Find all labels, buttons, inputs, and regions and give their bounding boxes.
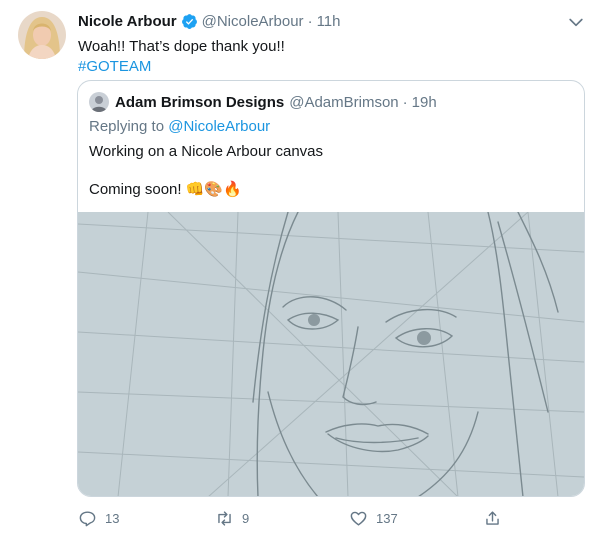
chevron-down-icon[interactable] (566, 12, 586, 32)
quoted-tweet-text: Working on a Nicole Arbour canvas Coming… (89, 142, 569, 218)
pencil-sketch-image (78, 211, 584, 496)
replying-to-mention: @NicoleArbour (168, 118, 271, 135)
quoted-author-avatar (89, 92, 109, 112)
share-icon (486, 510, 499, 525)
retweet-icon (218, 510, 231, 526)
replying-to: Replying to @NicoleArbour (89, 118, 270, 135)
quoted-text-para: Coming soon! 👊🎨🔥 (89, 180, 569, 200)
tweet-timestamp[interactable]: 11h (317, 13, 341, 30)
quoted-tweet-image[interactable] (78, 211, 584, 496)
author-handle[interactable]: @NicoleArbour (202, 13, 304, 30)
reply-icon (79, 510, 96, 526)
author-name[interactable]: Nicole Arbour (78, 13, 177, 30)
retweet-button[interactable]: 9 (215, 505, 249, 531)
quoted-text-para: Working on a Nicole Arbour canvas (89, 143, 324, 160)
emoji-group: 👊🎨🔥 (185, 181, 242, 198)
quoted-timestamp: 19h (411, 93, 437, 111)
hashtag-link[interactable]: #GOTEAM (78, 57, 285, 77)
tweet-text: Woah!! That’s dope thank you!! #GOTEAM (78, 37, 285, 77)
author-avatar[interactable] (18, 11, 66, 59)
reply-button[interactable]: 13 (78, 505, 119, 531)
share-button[interactable] (483, 505, 510, 531)
quoted-header-separator: · (402, 93, 408, 111)
tweet-actions: 13 9 137 (0, 505, 604, 531)
like-count: 137 (376, 510, 398, 526)
like-icon (350, 511, 367, 526)
tweet-header: Nicole Arbour @NicoleArbour · 11h (78, 11, 340, 31)
tweet-card[interactable]: Nicole Arbour @NicoleArbour · 11h Woah!!… (0, 0, 604, 535)
tweet-text-line: Woah!! That’s dope thank you!! (78, 38, 285, 55)
verified-badge-icon (181, 13, 197, 29)
replying-to-label: Replying to (89, 118, 165, 135)
quoted-author-handle: @AdamBrimson (289, 93, 399, 111)
retweet-count: 9 (242, 510, 250, 526)
quoted-tweet-header: Adam Brimson Designs @AdamBrimson · 19h (89, 92, 437, 112)
quoted-author-name: Adam Brimson Designs (115, 93, 285, 111)
header-separator: · (307, 12, 313, 30)
quoted-text-coming-soon: Coming soon! (89, 181, 186, 198)
like-button[interactable]: 137 (349, 505, 398, 531)
reply-count: 13 (105, 510, 120, 526)
quoted-tweet[interactable]: Adam Brimson Designs @AdamBrimson · 19h … (77, 80, 585, 497)
